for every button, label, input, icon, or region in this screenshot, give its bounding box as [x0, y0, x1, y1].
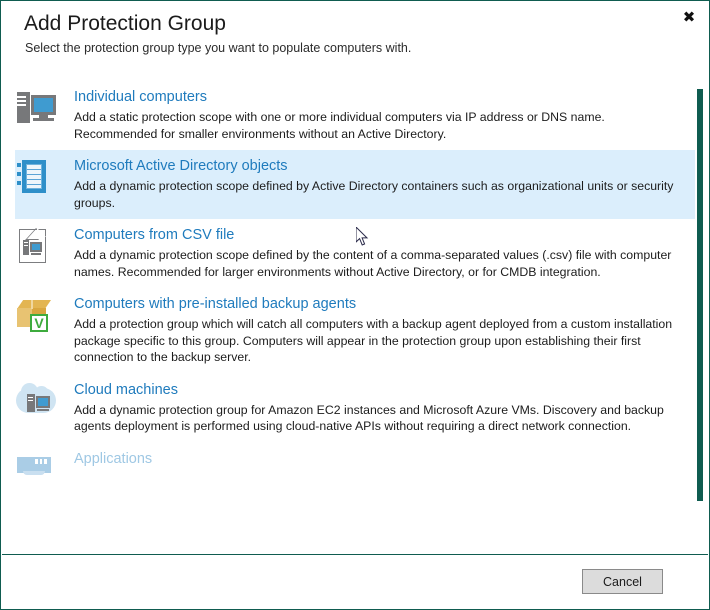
option-title: Computers with pre-installed backup agen… — [74, 296, 357, 312]
page-subtitle: Select the protection group type you wan… — [25, 41, 412, 55]
option-description: Add a dynamic protection scope defined b… — [74, 248, 672, 279]
add-protection-group-dialog: Add Protection Group Select the protecti… — [0, 0, 710, 610]
option-text: Microsoft Active Directory objects Add a… — [61, 156, 681, 211]
option-cloud-machines[interactable]: Cloud machines Add a dynamic protection … — [15, 374, 695, 443]
option-title: Computers from CSV file — [74, 227, 235, 243]
option-computers-from-csv[interactable]: Computers from CSV file Add a dynamic pr… — [15, 219, 695, 288]
option-title: Microsoft Active Directory objects — [74, 158, 288, 174]
scrollbar-thumb[interactable] — [697, 89, 703, 501]
option-title: Cloud machines — [74, 381, 178, 398]
option-active-directory-objects[interactable]: Microsoft Active Directory objects Add a… — [15, 150, 695, 219]
option-text: Computers from CSV file Add a dynamic pr… — [61, 225, 681, 280]
option-description: Add a dynamic protection group for Amazo… — [74, 402, 664, 434]
option-applications[interactable]: Applications — [15, 443, 695, 503]
option-description: Add a static protection scope with one o… — [74, 110, 605, 141]
vertical-scrollbar[interactable] — [697, 83, 703, 553]
page-title: Add Protection Group — [24, 12, 226, 35]
option-preinstalled-backup-agents[interactable]: V Computers with pre-installed backup ag… — [15, 288, 695, 374]
option-description: Add a dynamic protection scope defined b… — [74, 179, 674, 210]
protection-group-type-list[interactable]: Individual computers Add a static protec… — [2, 81, 708, 556]
applications-icon — [15, 451, 61, 495]
dialog-header: Add Protection Group Select the protecti… — [1, 1, 709, 75]
cloud-server-icon — [15, 382, 61, 426]
package-box-icon: V — [15, 296, 61, 340]
option-title: Applications — [74, 450, 153, 467]
option-text: Individual computers Add a static protec… — [61, 87, 681, 142]
close-icon[interactable]: ✖ — [677, 6, 701, 28]
cancel-button[interactable]: Cancel — [582, 569, 663, 594]
csv-document-icon — [15, 227, 61, 271]
option-description: Add a protection group which will catch … — [74, 317, 673, 364]
option-text: Computers with pre-installed backup agen… — [61, 294, 681, 366]
option-text: Cloud machines Add a dynamic protection … — [61, 380, 681, 435]
option-individual-computers[interactable]: Individual computers Add a static protec… — [15, 81, 695, 150]
computer-monitor-icon — [15, 89, 61, 133]
dialog-footer: Cancel — [2, 554, 708, 608]
option-title: Individual computers — [74, 89, 207, 105]
veeam-badge: V — [30, 314, 48, 332]
option-text: Applications — [61, 449, 681, 471]
active-directory-book-icon — [15, 158, 61, 202]
